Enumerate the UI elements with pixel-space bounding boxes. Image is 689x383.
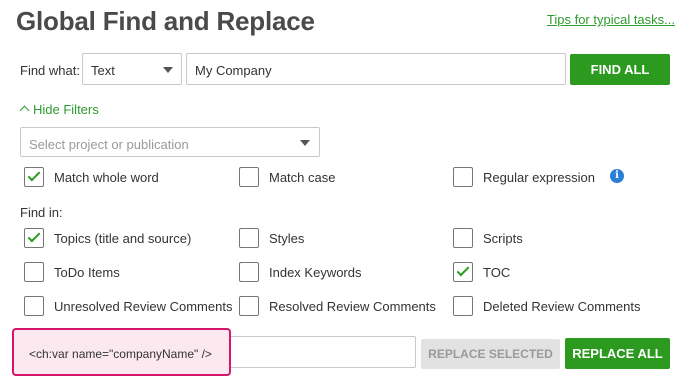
unresolved-comments-checkbox[interactable] bbox=[24, 296, 44, 316]
toc-option[interactable]: TOC bbox=[453, 262, 653, 284]
check-icon bbox=[27, 229, 41, 243]
scripts-label: Scripts bbox=[483, 231, 523, 246]
match-case-checkbox[interactable] bbox=[239, 167, 259, 187]
styles-label: Styles bbox=[269, 231, 305, 246]
project-select-placeholder: Select project or publication bbox=[29, 137, 189, 152]
chevron-up-icon bbox=[19, 105, 30, 116]
regular-expression-option[interactable]: Regular expression i bbox=[453, 167, 653, 189]
unresolved-comments-label: Unresolved Review Comments bbox=[54, 299, 233, 314]
project-publication-select[interactable]: Select project or publication bbox=[20, 127, 320, 157]
match-whole-word-label: Match whole word bbox=[54, 170, 159, 185]
resolved-comments-checkbox[interactable] bbox=[239, 296, 259, 316]
topics-option[interactable]: Topics (title and source) bbox=[24, 228, 224, 250]
find-type-dropdown[interactable]: Text bbox=[82, 53, 182, 85]
check-icon bbox=[27, 168, 41, 182]
unresolved-comments-option[interactable]: Unresolved Review Comments bbox=[24, 296, 233, 318]
chevron-down-icon bbox=[163, 67, 173, 73]
todo-items-option[interactable]: ToDo Items bbox=[24, 262, 224, 284]
find-in-label: Find in: bbox=[20, 205, 63, 220]
check-icon bbox=[456, 263, 470, 277]
toc-checkbox[interactable] bbox=[453, 262, 473, 282]
replace-selected-button[interactable]: REPLACE SELECTED bbox=[421, 339, 560, 369]
match-case-option[interactable]: Match case bbox=[239, 167, 439, 189]
scripts-option[interactable]: Scripts bbox=[453, 228, 653, 250]
index-keywords-checkbox[interactable] bbox=[239, 262, 259, 282]
regular-expression-checkbox[interactable] bbox=[453, 167, 473, 187]
hide-filters-toggle[interactable]: Hide Filters bbox=[19, 102, 99, 117]
toc-label: TOC bbox=[483, 265, 511, 280]
index-keywords-option[interactable]: Index Keywords bbox=[239, 262, 439, 284]
replace-value-layer: <ch:var name="companyName" /> bbox=[20, 336, 416, 368]
match-whole-word-checkbox[interactable] bbox=[24, 167, 44, 187]
topics-label: Topics (title and source) bbox=[54, 231, 192, 246]
info-icon[interactable]: i bbox=[610, 169, 624, 183]
deleted-comments-option[interactable]: Deleted Review Comments bbox=[453, 296, 653, 318]
resolved-comments-label: Resolved Review Comments bbox=[269, 299, 436, 314]
find-query-input[interactable]: My Company bbox=[186, 53, 566, 85]
scripts-checkbox[interactable] bbox=[453, 228, 473, 248]
topics-checkbox[interactable] bbox=[24, 228, 44, 248]
todo-items-label: ToDo Items bbox=[54, 265, 120, 280]
page-title: Global Find and Replace bbox=[16, 6, 315, 36]
index-keywords-label: Index Keywords bbox=[269, 265, 362, 280]
todo-items-checkbox[interactable] bbox=[24, 262, 44, 282]
chevron-down-icon bbox=[300, 140, 310, 146]
find-all-button[interactable]: FIND ALL bbox=[570, 54, 670, 85]
replace-all-button[interactable]: REPLACE ALL bbox=[565, 338, 670, 369]
styles-option[interactable]: Styles bbox=[239, 228, 439, 250]
find-query-value: My Company bbox=[195, 63, 272, 78]
hide-filters-label: Hide Filters bbox=[33, 102, 99, 117]
resolved-comments-option[interactable]: Resolved Review Comments bbox=[239, 296, 439, 318]
tips-link[interactable]: Tips for typical tasks... bbox=[547, 12, 675, 27]
regular-expression-label: Regular expression bbox=[483, 170, 596, 185]
find-what-label: Find what: bbox=[20, 63, 80, 78]
deleted-comments-checkbox[interactable] bbox=[453, 296, 473, 316]
replace-value: <ch:var name="companyName" /> bbox=[29, 347, 212, 361]
find-type-value: Text bbox=[91, 63, 115, 78]
styles-checkbox[interactable] bbox=[239, 228, 259, 248]
match-whole-word-option[interactable]: Match whole word bbox=[24, 167, 224, 189]
deleted-comments-label: Deleted Review Comments bbox=[483, 299, 641, 314]
match-case-label: Match case bbox=[269, 170, 336, 185]
